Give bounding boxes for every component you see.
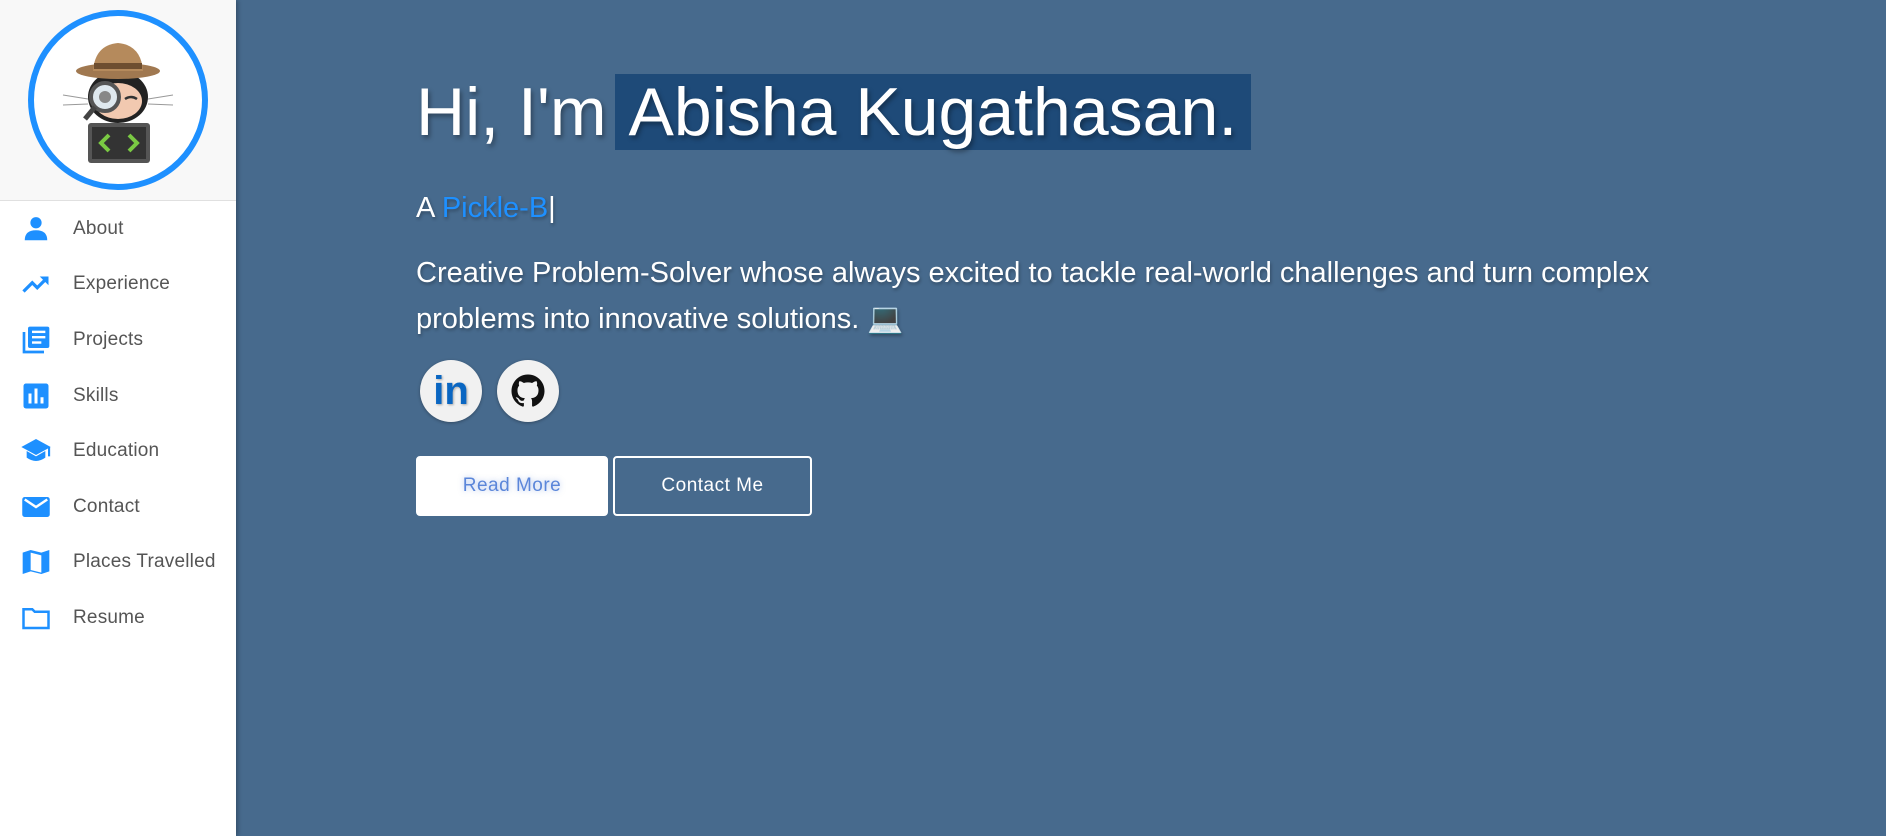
linkedin-icon: in [433,369,469,413]
avatar-container [0,0,236,201]
sidebar-item-projects[interactable]: Projects [0,312,236,368]
avatar[interactable] [28,10,208,190]
sidebar-item-about[interactable]: About [0,201,236,257]
github-icon [510,373,546,409]
bar-chart-icon [18,378,54,414]
github-link[interactable] [497,360,559,422]
school-icon [18,433,54,469]
sidebar-item-label: Projects [73,328,144,350]
typed-role: Pickle-B [441,192,549,224]
trending-up-icon [18,266,54,302]
mail-icon [18,489,54,525]
library-books-icon [18,322,54,358]
map-icon [18,544,54,580]
hero-greeting: Hi, I'm [416,74,607,150]
sidebar-item-label: Experience [73,273,171,295]
sidebar-item-resume[interactable]: Resume [0,590,236,646]
linkedin-link[interactable]: in [420,360,482,422]
sidebar: About Experience Projects Skills Educati… [0,0,236,836]
sidebar-nav: About Experience Projects Skills Educati… [0,201,236,646]
folder-icon [18,600,54,636]
sidebar-item-label: Education [73,440,160,462]
person-icon [18,211,54,247]
sidebar-item-education[interactable]: Education [0,423,236,479]
read-more-button[interactable]: Read More [416,456,608,516]
sidebar-item-label: Places Travelled [73,551,216,573]
sidebar-item-label: Resume [73,606,145,628]
octocat-detective-icon [62,43,174,163]
hero-name: Abisha Kugathasan. [614,74,1252,150]
sidebar-item-label: About [73,217,124,239]
laptop-emoji-icon: 💻 [867,303,904,335]
description-text: Creative Problem-Solver whose always exc… [416,257,1650,335]
typing-cursor: | [548,192,556,224]
sidebar-item-contact[interactable]: Contact [0,479,236,535]
sidebar-item-places-travelled[interactable]: Places Travelled [0,535,236,591]
sidebar-item-label: Skills [73,384,119,406]
hero-description: Creative Problem-Solver whose always exc… [416,250,1736,342]
sidebar-item-skills[interactable]: Skills [0,368,236,424]
hero-title: Hi, I'm Abisha Kugathasan. [416,72,1252,152]
sidebar-item-label: Contact [73,495,140,517]
hero-actions: Read More Contact Me [416,456,812,516]
subtitle-prefix: A [416,192,434,224]
sidebar-item-experience[interactable]: Experience [0,257,236,313]
hero-subtitle: A Pickle-B| [416,192,556,225]
social-links: in [420,360,559,422]
contact-me-button[interactable]: Contact Me [613,456,812,516]
